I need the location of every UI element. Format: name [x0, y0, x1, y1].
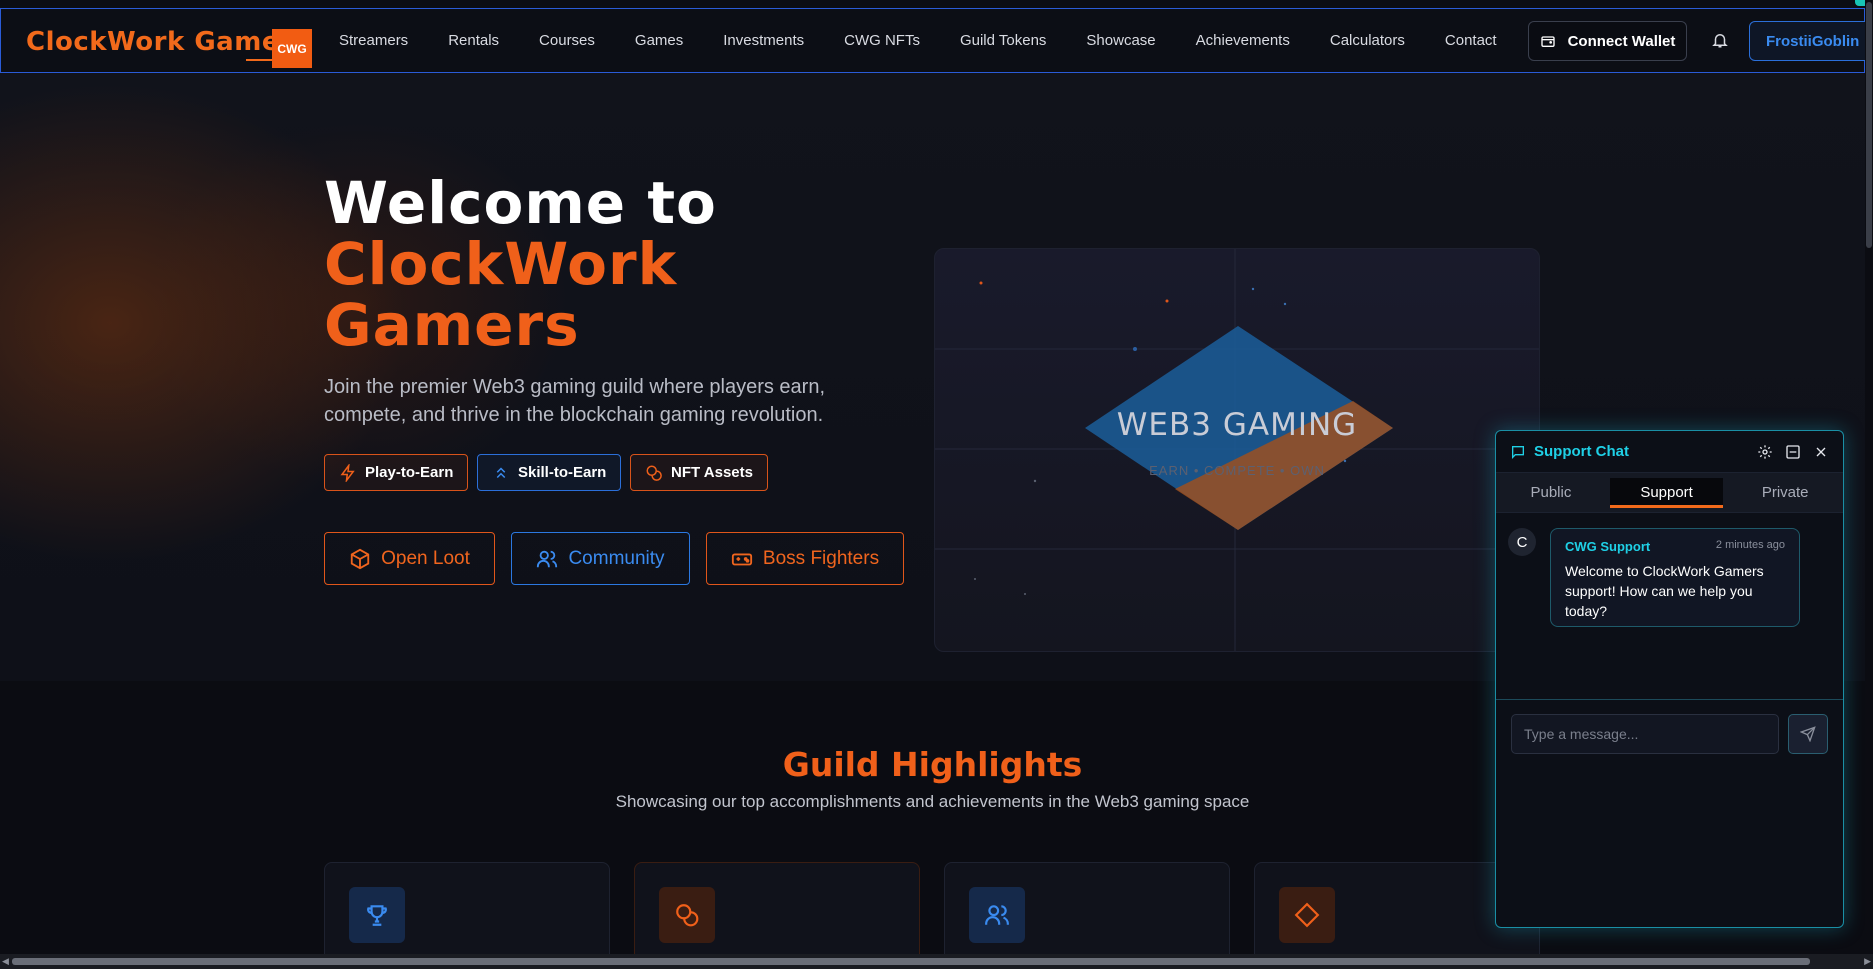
bell-icon[interactable] [1711, 31, 1729, 49]
tag-label: NFT Assets [671, 464, 753, 481]
tag-label: Play-to-Earn [365, 464, 454, 481]
scroll-left-arrow-icon[interactable]: ◀ [2, 956, 9, 967]
web3-gaming-title: WEB3 GAMING [1116, 407, 1358, 443]
chat-title: Support Chat [1534, 443, 1629, 460]
horizontal-scrollbar[interactable]: ◀ ▶ [0, 954, 1873, 969]
brand-badge[interactable]: CWG [272, 29, 312, 68]
coins-icon [676, 904, 699, 927]
top-navbar: ClockWork Gamers CWG Streamers Rentals C… [0, 8, 1873, 73]
nav-link-courses[interactable]: Courses [539, 32, 595, 49]
web3-gaming-visual: WEB3 GAMING EARN • COMPETE • OWN [934, 248, 1540, 652]
hero-title-line2: ClockWork [324, 230, 678, 298]
horizontal-scrollbar-thumb[interactable] [12, 958, 1810, 965]
message-input[interactable] [1511, 714, 1779, 754]
message-text: Welcome to ClockWork Gamers support! How… [1565, 563, 1764, 619]
highlight-icon-box [349, 887, 405, 943]
coins-icon [646, 465, 662, 481]
web3-grid-graphic [935, 249, 1539, 651]
box-icon [350, 548, 370, 569]
avatar: C [1508, 528, 1536, 556]
connect-wallet-button[interactable]: Connect Wallet [1528, 21, 1687, 61]
send-button[interactable] [1788, 714, 1828, 754]
nav-link-streamers[interactable]: Streamers [339, 32, 408, 49]
community-button[interactable]: Community [511, 532, 690, 585]
highlight-icon-box [659, 887, 715, 943]
nav-link-investments[interactable]: Investments [723, 32, 804, 49]
chevrons-up-icon [496, 466, 506, 478]
nav-link-showcase[interactable]: Showcase [1086, 32, 1155, 49]
boss-fighters-button[interactable]: Boss Fighters [706, 532, 904, 585]
nav-link-calculators[interactable]: Calculators [1330, 32, 1405, 49]
highlight-card-trophy[interactable] [324, 862, 610, 962]
nav-link-guild-tokens[interactable]: Guild Tokens [960, 32, 1046, 49]
tag-label: Skill-to-Earn [518, 464, 607, 481]
nav-link-contact[interactable]: Contact [1445, 32, 1497, 49]
hero-subtitle: Join the premier Web3 gaming guild where… [324, 376, 826, 426]
brand-logo-text[interactable]: ClockWork Gamers [26, 27, 309, 57]
highlight-icon-box [1279, 887, 1335, 943]
lightning-icon [340, 463, 355, 482]
message-square-icon [1512, 445, 1524, 459]
support-chat-widget: Support Chat Public Support Private C CW… [1495, 430, 1844, 928]
hero-title: Welcome to ClockWork Gamers [324, 173, 717, 356]
hero-title-line1: Welcome to [324, 169, 717, 237]
message-timestamp: 2 minutes ago [1715, 539, 1785, 551]
tab-support[interactable]: Support [1610, 477, 1723, 508]
gamepad-icon [731, 553, 753, 565]
send-icon [1800, 726, 1816, 742]
open-loot-button[interactable]: Open Loot [324, 532, 495, 585]
diamond-icon [1294, 902, 1320, 928]
tag-skill-to-earn[interactable]: Skill-to-Earn [477, 454, 622, 491]
connect-wallet-label: Connect Wallet [1567, 32, 1676, 50]
settings-icon[interactable] [1757, 444, 1773, 460]
trophy-icon [367, 905, 387, 926]
hero-title-line3: Gamers [324, 291, 580, 359]
close-icon[interactable] [1813, 444, 1829, 460]
nav-links: Streamers Rentals Courses Games Investme… [319, 9, 1517, 72]
web3-gaming-subtitle: EARN • COMPETE • OWN [1149, 463, 1325, 478]
users-icon [985, 905, 1009, 925]
nav-link-rentals[interactable]: Rentals [448, 32, 499, 49]
chat-message: CWG Support 2 minutes ago Welcome to Clo… [1550, 528, 1800, 627]
users-icon [537, 550, 558, 567]
nav-link-games[interactable]: Games [635, 32, 683, 49]
tag-nft-assets[interactable]: NFT Assets [630, 454, 768, 491]
highlight-card-users[interactable] [944, 862, 1230, 962]
minimize-icon[interactable] [1785, 444, 1801, 460]
cta-label: Open Loot [381, 547, 470, 569]
highlight-icon-box [969, 887, 1025, 943]
tag-play-to-earn[interactable]: Play-to-Earn [324, 454, 469, 491]
chat-input-row [1496, 700, 1843, 766]
nav-link-cwg-nfts[interactable]: CWG NFTs [844, 32, 920, 49]
scroll-right-arrow-icon[interactable]: ▶ [1864, 956, 1871, 967]
cta-label: Boss Fighters [762, 547, 880, 569]
nav-link-achievements[interactable]: Achievements [1196, 32, 1290, 49]
vertical-scrollbar[interactable] [1865, 0, 1873, 954]
tab-private[interactable]: Private [1732, 478, 1839, 507]
brand-underline [246, 59, 272, 61]
wallet-icon [1540, 36, 1555, 47]
cta-label: Community [568, 547, 665, 569]
tab-public[interactable]: Public [1500, 478, 1601, 507]
chat-messages: C CWG Support 2 minutes ago Welcome to C… [1496, 513, 1843, 700]
user-profile-button[interactable]: FrostiiGoblin [1749, 21, 1873, 61]
chat-header: Support Chat [1496, 431, 1843, 473]
chat-tabs: Public Support Private [1496, 473, 1843, 513]
highlight-card-coins[interactable] [634, 862, 920, 962]
vertical-scrollbar-thumb[interactable] [1866, 2, 1872, 248]
